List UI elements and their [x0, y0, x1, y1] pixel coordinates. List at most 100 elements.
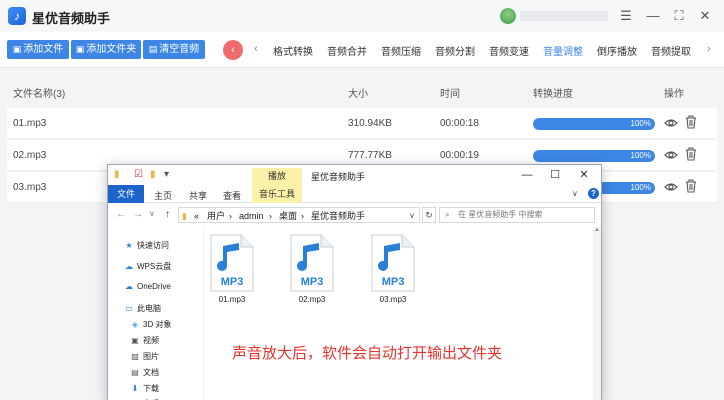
breadcrumb-separator: › [301, 211, 304, 221]
tab-audio-split[interactable]: 音频分割 [435, 43, 475, 58]
file-item-03[interactable]: MP3 03.mp3 [365, 234, 421, 304]
address-row: ← → ∨ ↑ ▮ « 用户 › admin › 桌面 › 星优音频助手 ∨ ↻… [108, 203, 601, 227]
file-name: 02.mp3 [13, 150, 47, 161]
properties-icon[interactable]: ☑ [134, 169, 144, 181]
delete-trash-icon[interactable] [685, 179, 697, 193]
sidebar-item-3d-objects[interactable]: ◈ 3D 对象 [130, 319, 172, 330]
delete-trash-icon[interactable] [685, 115, 697, 129]
sidebar-item-quick-access[interactable]: ★ 快速访问 [124, 240, 169, 251]
ribbon-music-tools-tab[interactable]: 音乐工具 [252, 185, 302, 203]
tab-audio-speed[interactable]: 音频变速 [489, 43, 529, 58]
header-progress: 转换进度 [533, 89, 573, 100]
address-folder-icon: ▮ [182, 211, 187, 221]
app-title: 星优音频助手 [32, 11, 111, 26]
file-item-01[interactable]: MP3 01.mp3 [204, 234, 260, 304]
progress-text: 100% [630, 151, 651, 160]
video-icon: ▣ [131, 336, 139, 345]
search-box[interactable]: ⌕ 在 星优音频助手 中搜索 [439, 207, 595, 223]
add-file-icon: ▣ [12, 44, 22, 54]
user-avatar[interactable] [500, 8, 516, 24]
minimize-button[interactable]: — [643, 6, 663, 26]
explorer-scrollbar[interactable]: ▲ [593, 227, 601, 400]
explorer-maximize-button[interactable]: ☐ [546, 167, 564, 183]
mp3-file-icon: MP3 [371, 234, 415, 292]
clear-icon: ▤ [148, 44, 158, 54]
add-folder-icon: ▣ [75, 44, 85, 54]
preview-eye-icon[interactable] [664, 148, 678, 162]
ribbon-home-tab[interactable]: 主页 [154, 189, 172, 202]
sidebar-item-onedrive[interactable]: ☁ OneDrive [124, 282, 171, 291]
ribbon-expand-icon[interactable]: ∨ [572, 188, 582, 200]
add-file-button[interactable]: ▣ 添加文件 [7, 40, 69, 59]
mp3-file-icon: MP3 [290, 234, 334, 292]
back-icon[interactable]: ‹ [223, 40, 243, 60]
computer-icon: ▭ [125, 304, 133, 313]
folder-icon: ▮ [114, 169, 120, 180]
cube-icon: ◈ [131, 320, 139, 329]
explorer-forward-icon[interactable]: → [133, 209, 143, 220]
refresh-icon[interactable]: ↻ [422, 207, 436, 223]
tab-next-icon[interactable]: › [707, 43, 711, 55]
explorer-close-button[interactable]: ✕ [575, 167, 593, 183]
sidebar-item-videos[interactable]: ▣ 视频 [130, 335, 159, 346]
sidebar-item-label: 快速访问 [137, 241, 169, 250]
ribbon-share-tab[interactable]: 共享 [189, 189, 207, 202]
ribbon-view-tab[interactable]: 查看 [223, 189, 241, 202]
mp3-badge: MP3 [221, 276, 244, 288]
mp3-badge: MP3 [301, 276, 324, 288]
sidebar-item-downloads[interactable]: ⬇ 下载 [130, 383, 159, 394]
close-button[interactable]: ✕ [695, 6, 715, 26]
file-name: 01.mp3 [13, 118, 47, 129]
menu-icon[interactable]: ☰ [616, 6, 636, 26]
sidebar-item-label: 下载 [143, 384, 159, 393]
qa-dropdown-icon[interactable]: ▾ [164, 169, 174, 181]
up-icon[interactable]: ↑ [165, 209, 170, 220]
breadcrumb-users[interactable]: 用户 [207, 209, 225, 223]
explorer-titlebar: ▮ ☑ ▮ ▾ 播放 星优音频助手 — ☐ ✕ [108, 165, 601, 185]
clear-audio-label: 清空音频 [159, 44, 200, 55]
sidebar-item-label: WPS云盘 [137, 262, 172, 271]
progress-text: 100% [630, 183, 651, 192]
explorer-minimize-button[interactable]: — [518, 167, 536, 183]
sidebar-item-documents[interactable]: ▤ 文档 [130, 367, 159, 378]
app-logo-icon: ♪ [8, 7, 26, 25]
help-icon[interactable]: ? [588, 188, 599, 199]
star-icon: ★ [125, 241, 133, 250]
cloud-icon: ☁ [125, 262, 133, 271]
breadcrumb-desktop[interactable]: 桌面 [279, 209, 297, 223]
address-bar[interactable]: ▮ « 用户 › admin › 桌面 › 星优音频助手 ∨ [178, 207, 420, 223]
address-dropdown-icon[interactable]: ∨ [409, 209, 415, 223]
preview-eye-icon[interactable] [664, 116, 678, 130]
tab-audio-compress[interactable]: 音频压缩 [381, 43, 421, 58]
tab-reverse-play[interactable]: 倒序播放 [597, 43, 637, 58]
progress-bar: 100% [533, 118, 655, 130]
breadcrumb-overflow[interactable]: « [194, 209, 199, 223]
tab-format-convert[interactable]: 格式转换 [273, 43, 313, 58]
manage-play-tab[interactable]: 播放 [252, 168, 302, 185]
breadcrumb-current[interactable]: 星优音频助手 [311, 209, 365, 223]
file-item-02[interactable]: MP3 02.mp3 [284, 234, 340, 304]
preview-eye-icon[interactable] [664, 180, 678, 194]
file-size: 777.77KB [348, 150, 392, 161]
explorer-title: 星优音频助手 [311, 172, 366, 182]
breadcrumb-admin[interactable]: admin [239, 209, 264, 223]
tab-audio-merge[interactable]: 音频合并 [327, 43, 367, 58]
scroll-up-icon[interactable]: ▲ [594, 227, 600, 233]
file-time: 00:00:18 [440, 118, 479, 129]
tab-prev-icon[interactable]: ‹ [254, 43, 258, 55]
sidebar-item-pictures[interactable]: ▨ 图片 [130, 351, 159, 362]
add-folder-button[interactable]: ▣ 添加文件夹 [71, 40, 141, 59]
sidebar-item-wps-cloud[interactable]: ☁ WPS云盘 [124, 261, 171, 272]
document-icon: ▤ [131, 368, 139, 377]
new-folder-icon[interactable]: ▮ [150, 169, 160, 181]
ribbon-file-tab[interactable]: 文件 [108, 185, 144, 203]
tab-volume-adjust[interactable]: 音量调整 [543, 43, 583, 58]
delete-trash-icon[interactable] [685, 147, 697, 161]
maximize-button[interactable]: ⛶ [669, 6, 689, 26]
tab-audio-extract[interactable]: 音频提取 [651, 43, 691, 58]
sidebar-item-this-pc[interactable]: ▭ 此电脑 [124, 303, 161, 314]
clear-audio-button[interactable]: ▤ 清空音频 [143, 40, 205, 59]
table-row[interactable]: 01.mp3 310.94KB 00:00:18 100% [7, 108, 717, 139]
recent-dropdown-icon[interactable]: ∨ [149, 209, 155, 218]
explorer-back-icon[interactable]: ← [116, 209, 126, 220]
